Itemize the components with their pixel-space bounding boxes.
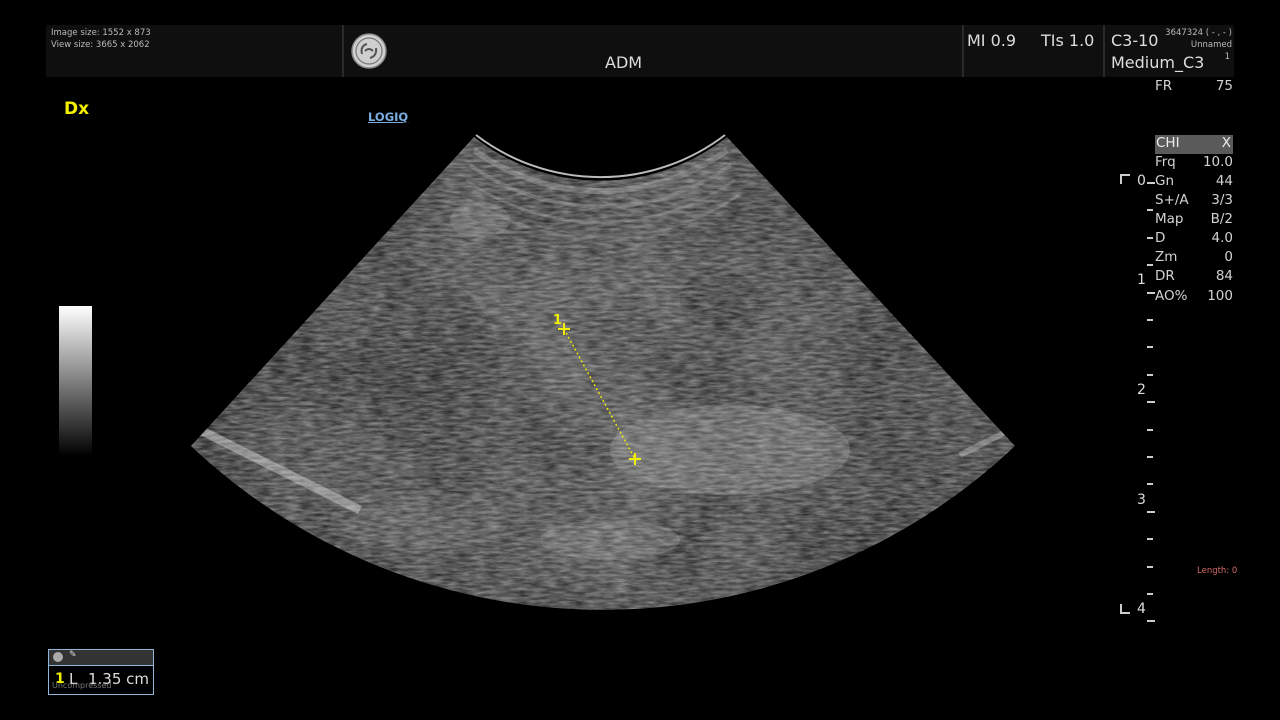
- param-sa: S+/A 3/3: [1155, 192, 1233, 211]
- param-value: 100: [1207, 288, 1233, 304]
- param-key: Frq: [1155, 154, 1176, 170]
- param-value: 75: [1215, 78, 1233, 94]
- param-ao: AO% 100: [1155, 288, 1233, 307]
- param-value: 44: [1215, 173, 1233, 189]
- depth-focus-top-bracket: [1120, 174, 1130, 184]
- param-key: Gn: [1155, 173, 1175, 189]
- param-frq: Frq 10.0: [1155, 154, 1233, 173]
- param-key: D: [1155, 230, 1166, 246]
- param-key: Zm: [1155, 249, 1178, 265]
- caliper-overlay: [558, 323, 641, 465]
- param-value: X: [1221, 135, 1231, 151]
- caliper-line: [563, 328, 636, 460]
- depth-tick-major: [1147, 291, 1155, 294]
- depth-label-3: 3: [1137, 492, 1146, 508]
- param-d: D 4.0: [1155, 230, 1233, 249]
- depth-tick-major: [1147, 182, 1155, 184]
- param-key: FR: [1155, 78, 1173, 94]
- measurement-box-toolbar: ✎: [49, 650, 153, 666]
- param-value: 3/3: [1211, 192, 1233, 208]
- depth-tick-major: [1147, 510, 1155, 513]
- depth-tick-minor: [1147, 538, 1153, 541]
- param-dr: DR 84: [1155, 268, 1233, 287]
- depth-tick-minor: [1147, 209, 1153, 212]
- depth-tick-minor: [1147, 373, 1153, 376]
- param-value: 0: [1224, 249, 1233, 265]
- depth-tick-major: [1147, 620, 1155, 623]
- length-readout: Length: 0: [1197, 566, 1238, 576]
- depth-tick-minor: [1147, 428, 1153, 431]
- param-value: 10.0: [1202, 154, 1233, 170]
- depth-tick-minor: [1147, 236, 1153, 239]
- depth-tick-minor: [1147, 483, 1153, 486]
- param-value: 84: [1215, 268, 1233, 284]
- depth-tick-minor: [1147, 346, 1153, 349]
- depth-label-0: 0: [1137, 173, 1146, 189]
- param-chi-header: CHI X: [1155, 135, 1233, 154]
- param-fr: FR 75: [1155, 78, 1233, 97]
- depth-label-4: 4: [1137, 601, 1146, 617]
- depth-tick-minor: [1147, 565, 1153, 568]
- param-key: Map: [1155, 211, 1184, 227]
- depth-tick-minor: [1147, 593, 1153, 595]
- depth-tick-minor: [1147, 264, 1153, 267]
- depth-label-2: 2: [1137, 382, 1146, 398]
- depth-tick-minor: [1147, 319, 1153, 321]
- measurement-result-box[interactable]: ✎ 1 L 1.35 cm Uncompressed: [48, 649, 154, 695]
- caliper-number-label: 1: [553, 313, 563, 328]
- param-key: S+/A: [1155, 192, 1189, 208]
- param-zm: Zm 0: [1155, 249, 1233, 268]
- pin-icon[interactable]: ✎: [69, 650, 77, 660]
- param-key: CHI: [1156, 135, 1180, 151]
- param-gn: Gn 44: [1155, 173, 1233, 192]
- depth-label-1: 1: [1137, 272, 1146, 288]
- caliper-end-marker[interactable]: [629, 453, 641, 465]
- param-key: DR: [1155, 268, 1175, 284]
- param-map: Map B/2: [1155, 211, 1233, 230]
- param-value: B/2: [1210, 211, 1233, 227]
- param-value: 4.0: [1211, 230, 1233, 246]
- depth-tick-minor: [1147, 456, 1153, 458]
- depth-tick-major: [1147, 401, 1155, 404]
- record-icon[interactable]: [53, 652, 63, 662]
- param-key: AO%: [1155, 288, 1188, 304]
- depth-focus-bottom-bracket: [1120, 604, 1130, 614]
- compression-label: Uncompressed: [52, 681, 112, 690]
